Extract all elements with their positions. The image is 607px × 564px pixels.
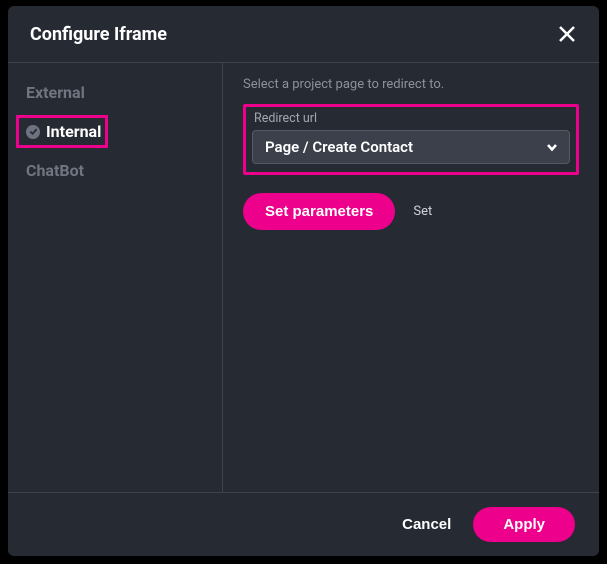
parameter-actions: Set parameters Set <box>243 193 579 230</box>
sidebar-item-label: ChatBot <box>26 161 84 180</box>
set-parameters-button[interactable]: Set parameters <box>243 193 395 230</box>
sidebar: External Internal ChatBot <box>8 63 223 492</box>
close-button[interactable] <box>553 20 581 48</box>
modal-title: Configure Iframe <box>30 24 167 45</box>
main-panel: Select a project page to redirect to. Re… <box>223 63 599 492</box>
redirect-url-field: Redirect url Page / Create Contact <box>243 104 579 175</box>
modal-header: Configure Iframe <box>8 6 599 62</box>
hint-text: Select a project page to redirect to. <box>243 77 579 92</box>
configure-iframe-modal: Configure Iframe External Internal ChatB… <box>8 6 599 556</box>
redirect-url-select[interactable]: Page / Create Contact <box>252 130 570 164</box>
sidebar-item-label: Internal <box>46 122 101 141</box>
close-icon <box>557 24 577 44</box>
set-label: Set <box>413 204 432 219</box>
modal-footer: Cancel Apply <box>8 492 599 556</box>
check-circle-icon <box>26 125 40 139</box>
sidebar-item-internal[interactable]: Internal <box>8 112 222 151</box>
cancel-button[interactable]: Cancel <box>402 516 451 533</box>
redirect-url-value: Page / Create Contact <box>265 138 413 156</box>
sidebar-item-chatbot[interactable]: ChatBot <box>8 151 222 190</box>
sidebar-item-external[interactable]: External <box>8 73 222 112</box>
apply-button[interactable]: Apply <box>473 507 575 542</box>
chevron-down-icon <box>545 140 559 154</box>
sidebar-item-label: External <box>26 83 85 102</box>
redirect-url-label: Redirect url <box>252 111 570 126</box>
modal-body: External Internal ChatBot Select a proje… <box>8 62 599 492</box>
